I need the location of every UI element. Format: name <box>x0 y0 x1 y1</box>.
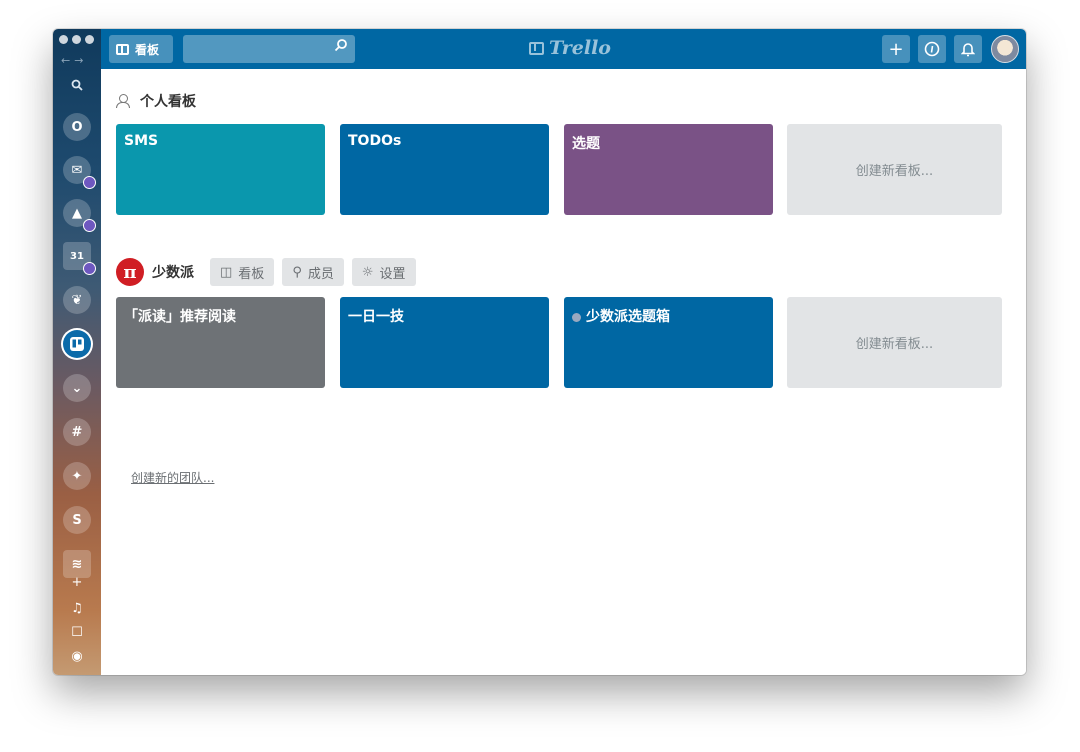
notification-badge-icon <box>83 219 96 232</box>
board-tile-title: 一日一技 <box>348 309 404 325</box>
back-arrow-icon[interactable]: ← <box>61 54 74 67</box>
team-boards-label: 看板 <box>238 266 265 282</box>
drive-icon[interactable]: ▲ <box>63 199 96 232</box>
stack-icon[interactable]: ≋ <box>63 550 91 578</box>
team-header: π 少数派 ◫ 看板 ⚲ 成员 ☼ 设置 <box>116 258 416 286</box>
add-service-icon[interactable]: + <box>53 575 101 590</box>
app-window: ←→ O ✉ ▲ 31 ❦ ⌄ # ✦ S ≋ + ♫ ☐ ◉ 看板 Trell… <box>53 29 1026 675</box>
notification-badge-icon <box>83 176 96 189</box>
board-icon <box>116 43 129 55</box>
board-tile-title: TODOs <box>348 133 402 149</box>
board-tile-title: 「派读」推荐阅读 <box>124 309 236 325</box>
outlook-icon[interactable]: O <box>63 113 91 141</box>
gear-icon: ☼ <box>361 264 374 280</box>
trello-logo-icon <box>529 41 544 55</box>
board-tile[interactable]: 选题 <box>564 124 773 215</box>
pocket-icon[interactable]: ⌄ <box>63 374 91 402</box>
board-tile[interactable]: TODOs <box>340 124 549 215</box>
slack-icon[interactable]: # <box>63 418 91 446</box>
create-team-link[interactable]: 创建新的团队... <box>131 469 214 486</box>
search-input[interactable] <box>183 35 355 63</box>
team-logo: π <box>116 258 144 286</box>
nav-arrows: ←→ <box>61 54 87 67</box>
team-members-label: 成员 <box>307 266 334 282</box>
boards-button-label: 看板 <box>135 42 160 57</box>
main-content: 个人看板 SMS TODOs 选题 创建新看板... π 少数派 ◫ 看板 ⚲ … <box>101 69 1026 675</box>
evernote-icon[interactable]: ❦ <box>63 286 91 314</box>
board-tile[interactable]: 「派读」推荐阅读 <box>116 297 325 388</box>
board-tile-title: 选题 <box>572 136 600 152</box>
avatar[interactable] <box>991 35 1019 63</box>
board-tile[interactable]: 一日一技 <box>340 297 549 388</box>
board-tile-title: SMS <box>124 133 159 149</box>
info-button[interactable] <box>918 35 946 63</box>
create-board-label: 创建新看板... <box>855 164 934 179</box>
calendar-icon[interactable]: 31 <box>63 242 96 275</box>
brand-name: Trello <box>549 37 611 59</box>
window-controls <box>59 35 94 44</box>
create-board-label: 创建新看板... <box>855 337 934 352</box>
mail-icon[interactable]: ✉ <box>63 156 96 189</box>
personal-boards-header: 个人看板 <box>116 91 196 111</box>
dock-profile-icon[interactable]: ◉ <box>53 649 101 664</box>
forward-arrow-icon[interactable]: → <box>74 54 87 67</box>
notification-badge-icon <box>83 262 96 275</box>
board-tile[interactable]: SMS <box>116 124 325 215</box>
app-dock: ←→ O ✉ ▲ 31 ❦ ⌄ # ✦ S ≋ + ♫ ☐ ◉ <box>53 29 101 675</box>
create-board-tile[interactable]: 创建新看板... <box>787 124 1002 215</box>
team-name: 少数派 <box>152 265 194 281</box>
zoom-window-button[interactable] <box>85 35 94 44</box>
board-emoji-icon <box>572 312 581 322</box>
twitter-icon[interactable]: ✦ <box>63 462 91 490</box>
close-window-button[interactable] <box>59 35 68 44</box>
trello-icon[interactable] <box>63 330 91 358</box>
person-icon <box>116 94 130 108</box>
trello-logo[interactable]: Trello <box>529 37 611 59</box>
team-boards-button[interactable]: ◫ 看板 <box>210 258 275 286</box>
calendar-day-label: 31 <box>70 250 84 262</box>
info-icon <box>924 41 940 57</box>
boards-button[interactable]: 看板 <box>109 35 173 63</box>
top-bar: 看板 Trello + <box>101 29 1026 69</box>
notifications-button[interactable] <box>954 35 982 63</box>
team-settings-label: 设置 <box>379 266 406 282</box>
board-tile[interactable]: 少数派选题箱 <box>564 297 773 388</box>
skype-icon[interactable]: S <box>63 506 91 534</box>
minimize-window-button[interactable] <box>72 35 81 44</box>
personal-boards-title: 个人看板 <box>140 94 196 110</box>
dock-window-icon[interactable]: ☐ <box>53 625 101 640</box>
create-team-label: 创建新的团队... <box>131 471 215 485</box>
board-icon: ◫ <box>220 264 233 280</box>
add-button[interactable]: + <box>882 35 910 63</box>
bell-icon <box>961 43 975 57</box>
board-tile-title: 少数派选题箱 <box>586 309 670 325</box>
team-members-button[interactable]: ⚲ 成员 <box>282 258 344 286</box>
dock-search-icon[interactable] <box>53 77 101 96</box>
search-icon[interactable] <box>334 38 348 56</box>
create-board-tile[interactable]: 创建新看板... <box>787 297 1002 388</box>
team-logo-glyph: π <box>123 261 137 283</box>
plus-icon: + <box>888 38 904 60</box>
team-settings-button[interactable]: ☼ 设置 <box>351 258 416 286</box>
person-icon: ⚲ <box>292 264 302 280</box>
dock-bell-icon[interactable]: ♫ <box>53 601 101 616</box>
